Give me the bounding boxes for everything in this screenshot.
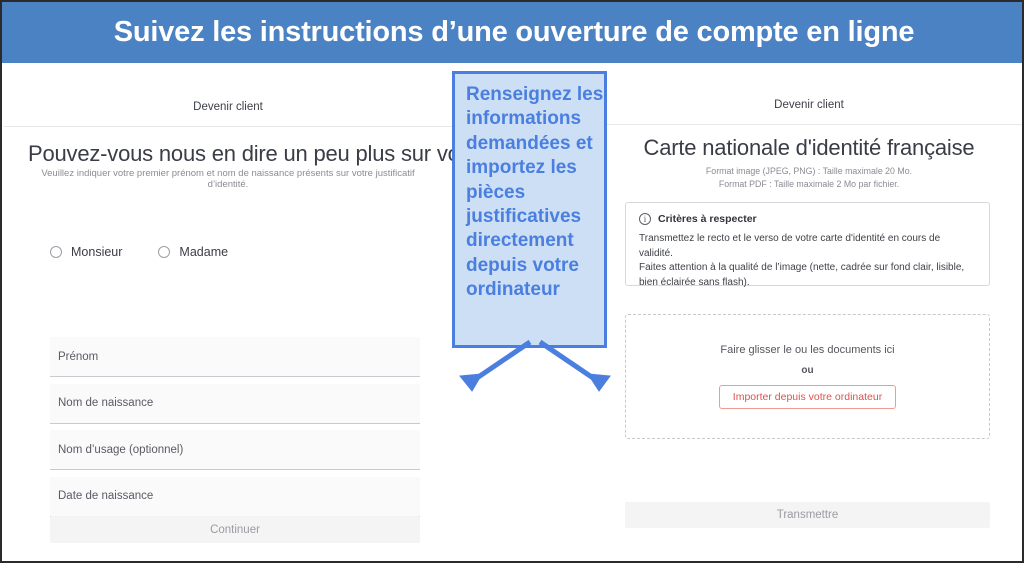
instruction-callout: Renseignez les informations demandées et… bbox=[452, 71, 607, 348]
criteria-box: i Critères à respecter Transmettez le re… bbox=[625, 202, 990, 288]
field-date-de-naissance[interactable]: Date de naissance bbox=[50, 476, 420, 517]
dropzone-or-label: ou bbox=[801, 365, 814, 376]
field-label: Nom d’usage (optionnel) bbox=[58, 443, 184, 456]
field-label: Nom de naissance bbox=[58, 397, 154, 409]
criteria-title: Critères à respecter bbox=[658, 213, 757, 225]
field-nom-de-naissance[interactable]: Nom de naissance bbox=[50, 383, 420, 424]
info-circle-icon: i bbox=[639, 213, 651, 225]
criteria-body: Transmettez le recto et le verso de votr… bbox=[639, 232, 976, 290]
left-panel-subtitle: Veuillez indiquer votre premier prénom e… bbox=[41, 168, 415, 190]
field-nom-d-usage[interactable]: Nom d’usage (optionnel) bbox=[50, 430, 420, 470]
radio-label-monsieur: Monsieur bbox=[71, 245, 123, 259]
continuer-button[interactable]: Continuer bbox=[50, 516, 420, 543]
right-panel-subtitle-line2: Format PDF : Taille maximale 2 Mo par fi… bbox=[718, 179, 900, 189]
left-panel-topbar: Devenir client bbox=[4, 87, 452, 127]
right-panel-subtitle-line1: Format image (JPEG, PNG) : Taille maxima… bbox=[705, 166, 913, 176]
radio-option-madame[interactable]: Madame bbox=[158, 245, 228, 259]
criteria-line-2: Faites attention à la qualité de l’image… bbox=[639, 262, 965, 288]
left-panel: Devenir client Pouvez-vous nous en dire … bbox=[4, 63, 501, 561]
right-panel: Devenir client Carte nationale d'identit… bbox=[594, 63, 1022, 561]
transmettre-button[interactable]: Transmettre bbox=[625, 502, 990, 528]
radio-label-madame: Madame bbox=[179, 245, 229, 259]
form-field-list: Prénom Nom de naissance Nom d’usage (opt… bbox=[50, 337, 420, 523]
left-panel-topbar-label: Devenir client bbox=[193, 100, 263, 113]
radio-icon[interactable] bbox=[158, 246, 171, 258]
dropzone-prompt: Faire glisser le ou les documents ici bbox=[720, 344, 895, 356]
title-banner: Suivez les instructions d’une ouverture … bbox=[2, 2, 1022, 63]
import-from-computer-button[interactable]: Importer depuis votre ordinateur bbox=[718, 385, 897, 409]
radio-option-monsieur[interactable]: Monsieur bbox=[50, 245, 122, 259]
screenshot-root: Suivez les instructions d’une ouverture … bbox=[0, 0, 1024, 563]
instruction-callout-text: Renseignez les informations demandées et… bbox=[466, 84, 604, 301]
page-title: Suivez les instructions d’une ouverture … bbox=[113, 16, 915, 48]
field-prenom[interactable]: Prénom bbox=[50, 337, 420, 377]
field-label: Date de naissance bbox=[58, 490, 154, 502]
left-panel-heading: Pouvez-vous nous en dire un peu plus sur… bbox=[28, 141, 501, 166]
civility-radio-group: Monsieur Madame bbox=[50, 245, 228, 259]
criteria-line-1: Transmettez le recto et le verso de votr… bbox=[639, 233, 941, 259]
right-panel-topbar-label: Devenir client bbox=[774, 98, 844, 111]
field-label: Prénom bbox=[58, 350, 99, 363]
file-dropzone[interactable]: Faire glisser le ou les documents ici ou… bbox=[625, 314, 990, 439]
right-panel-subtitle: Format image (JPEG, PNG) : Taille maxima… bbox=[594, 165, 1022, 191]
criteria-header: i Critères à respecter bbox=[639, 213, 976, 225]
right-panel-heading: Carte nationale d'identité française bbox=[643, 135, 975, 160]
right-panel-topbar: Devenir client bbox=[594, 85, 1022, 125]
radio-icon[interactable] bbox=[50, 246, 62, 258]
